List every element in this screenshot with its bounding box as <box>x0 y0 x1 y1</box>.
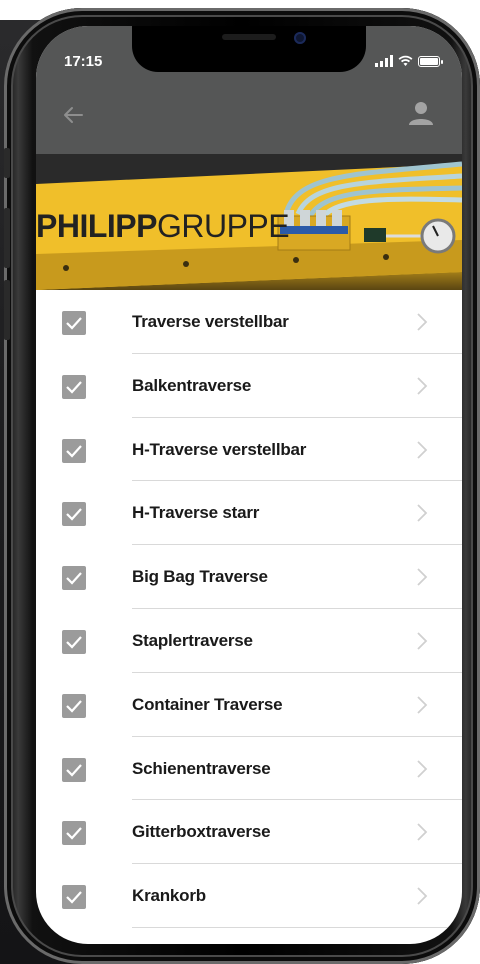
chevron-right-icon <box>417 568 428 586</box>
list-item[interactable]: Container Traverse <box>36 673 462 737</box>
list-item[interactable]: Balkentraverse <box>36 354 462 418</box>
chevron-right-icon <box>417 313 428 331</box>
divider <box>132 926 462 928</box>
list-item[interactable]: H-Traverse starr <box>36 481 462 546</box>
signal-icon <box>375 55 393 67</box>
list-item-label: Gitterboxtraverse <box>132 822 271 842</box>
list-item-label: Krankorb <box>132 886 206 906</box>
brand-light-text: GRUPPE <box>156 208 290 244</box>
checkbox[interactable] <box>62 821 86 846</box>
checkmark-icon <box>66 444 82 458</box>
list-item-label: H-Traverse starr <box>132 503 260 523</box>
list-item-label: H-Traverse verstellbar <box>132 439 307 459</box>
list-item[interactable]: Traverse verstellbar <box>36 290 462 354</box>
list-item[interactable]: Big Bag Traverse <box>36 545 462 609</box>
chevron-right-icon <box>417 504 428 523</box>
user-icon <box>409 102 433 125</box>
chevron-right-icon <box>417 823 428 842</box>
list-item-label: Big Bag Traverse <box>132 567 268 587</box>
checkmark-icon <box>66 636 82 649</box>
chevron-right-icon <box>417 632 428 650</box>
category-list: Traverse verstellbar Balkentraverse H-Tr… <box>36 290 462 928</box>
top-bar: 17:15 <box>36 26 462 154</box>
arrow-left-icon <box>64 107 83 123</box>
checkbox[interactable] <box>62 757 86 782</box>
notch <box>132 26 366 72</box>
checkbox[interactable] <box>62 374 86 399</box>
app-screen: 17:15 PHILIPPGRUPPE Traverse verstellbar… <box>36 26 462 944</box>
chevron-right-icon <box>417 759 428 778</box>
list-item[interactable]: Gitterboxtraverse <box>36 800 462 865</box>
checkmark-icon <box>66 763 82 777</box>
checkmark-icon <box>66 381 82 394</box>
checkmark-icon <box>66 572 82 585</box>
checkbox[interactable] <box>62 566 86 591</box>
brand-logo-text: PHILIPPGRUPPE <box>36 208 290 245</box>
chevron-right-icon <box>417 440 428 459</box>
list-item[interactable]: H-Traverse verstellbar <box>36 418 462 482</box>
mute-switch <box>4 148 10 178</box>
header-banner: PHILIPPGRUPPE <box>36 154 462 290</box>
checkmark-icon <box>66 508 82 521</box>
user-profile-button[interactable] <box>406 98 436 128</box>
list-item[interactable]: Staplertraverse <box>36 609 462 673</box>
list-item-label: Container Traverse <box>132 694 283 714</box>
checkmark-icon <box>66 700 82 713</box>
checkmark-icon <box>66 317 82 330</box>
chevron-right-icon <box>417 377 428 395</box>
checkmark-icon <box>66 827 82 840</box>
list-item[interactable]: Krankorb <box>36 864 462 928</box>
checkbox[interactable] <box>62 502 86 527</box>
brand-bold-text: PHILIPP <box>36 208 157 244</box>
back-button[interactable] <box>58 100 88 130</box>
checkbox[interactable] <box>62 885 86 910</box>
battery-icon <box>418 55 443 67</box>
checkmark-icon <box>66 891 82 904</box>
list-item-label: Balkentraverse <box>132 375 252 395</box>
volume-down-button <box>4 280 10 340</box>
checkbox[interactable] <box>62 438 86 463</box>
volume-up-button <box>4 208 10 268</box>
chevron-right-icon <box>417 696 428 714</box>
speaker <box>222 34 276 40</box>
wifi-icon <box>398 55 413 66</box>
checkbox[interactable] <box>62 311 86 335</box>
status-icons <box>375 55 443 67</box>
list-item-label: Traverse verstellbar <box>132 312 289 331</box>
list-item-label: Schienentraverse <box>132 758 271 778</box>
status-time: 17:15 <box>64 53 103 70</box>
list-item[interactable]: Schienentraverse <box>36 737 462 801</box>
checkbox[interactable] <box>62 693 86 718</box>
front-camera <box>294 32 306 44</box>
chevron-right-icon <box>417 887 428 905</box>
checkbox[interactable] <box>62 629 86 654</box>
list-item-label: Staplertraverse <box>132 630 253 650</box>
